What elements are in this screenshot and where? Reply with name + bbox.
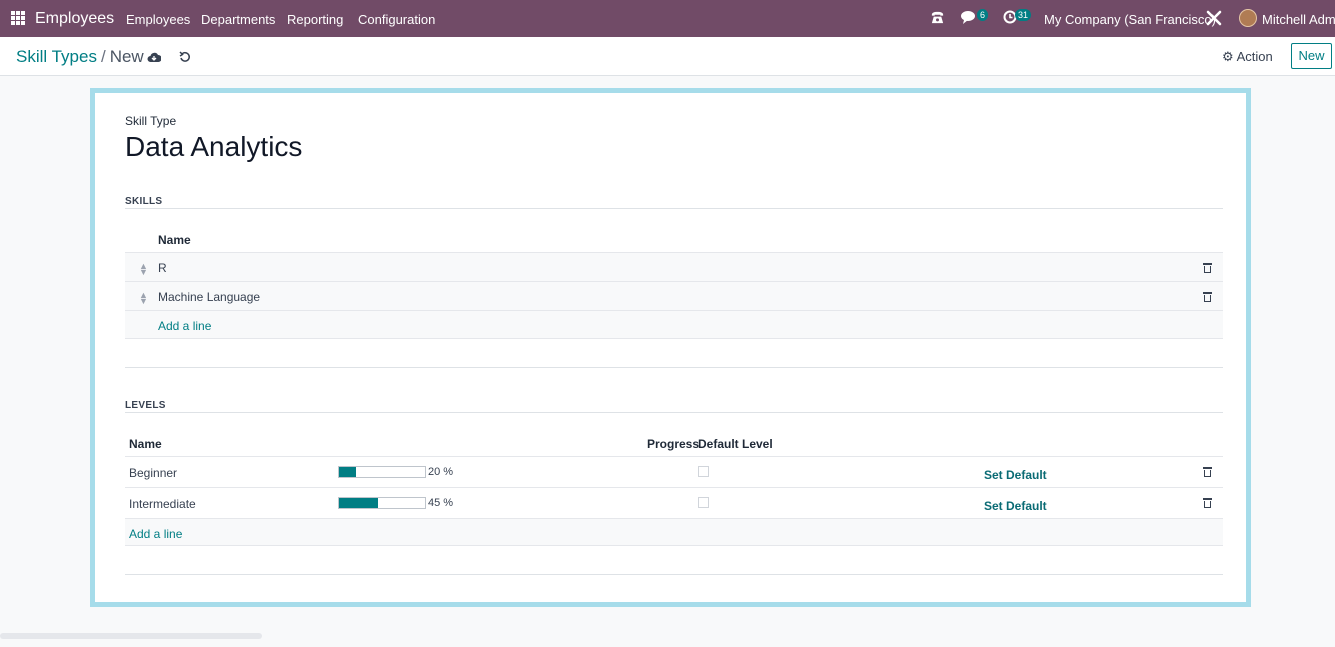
- skills-col-name[interactable]: Name: [158, 233, 191, 247]
- menu-employees[interactable]: Employees: [126, 12, 190, 27]
- user-avatar[interactable]: [1239, 9, 1257, 27]
- control-panel: Skill Types / New ⚙ Action New: [0, 37, 1335, 76]
- breadcrumb-current: New: [109, 47, 144, 66]
- table-row-add: Add a line: [125, 518, 1223, 546]
- top-navbar: Employees Employees Departments Reportin…: [0, 0, 1335, 37]
- user-menu[interactable]: Mitchell Admin: [1262, 12, 1335, 27]
- table-row-add: Add a line: [125, 310, 1223, 339]
- skills-section-divider: [125, 208, 1223, 209]
- menu-departments[interactable]: Departments: [201, 12, 275, 27]
- breadcrumb-skill-types[interactable]: Skill Types: [16, 47, 97, 66]
- progress-bar[interactable]: [338, 497, 426, 509]
- table-row[interactable]: ▲ ▼ Machine Language: [125, 281, 1223, 310]
- company-switcher[interactable]: My Company (San Francisco): [1044, 12, 1216, 27]
- discard-undo-icon[interactable]: [179, 50, 191, 66]
- default-level-checkbox[interactable]: [698, 497, 709, 508]
- action-menu-button[interactable]: ⚙ Action: [1222, 49, 1273, 65]
- table-row[interactable]: ▲ ▼ R: [125, 252, 1223, 281]
- level-name-cell[interactable]: Intermediate: [129, 497, 196, 511]
- action-label: Action: [1236, 49, 1273, 64]
- skill-type-name-field[interactable]: Data Analytics: [125, 131, 302, 163]
- activities-badge: 31: [1015, 9, 1032, 21]
- drag-handle-icon[interactable]: ▲ ▼: [139, 262, 148, 277]
- breadcrumb-separator: /: [100, 47, 106, 66]
- apps-menu-icon[interactable]: [11, 11, 25, 25]
- app-name[interactable]: Employees: [35, 10, 114, 28]
- level-name-cell[interactable]: Beginner: [129, 466, 177, 480]
- messages-icon[interactable]: [961, 10, 977, 28]
- progress-value: 20 %: [428, 466, 454, 478]
- levels-section-title: LEVELS: [125, 400, 166, 411]
- levels-section-divider: [125, 412, 1223, 413]
- skill-name-cell[interactable]: Machine Language: [158, 290, 260, 304]
- skills-add-line-link[interactable]: Add a line: [158, 319, 211, 333]
- menu-reporting[interactable]: Reporting: [287, 12, 343, 27]
- delete-row-icon[interactable]: [1203, 467, 1212, 477]
- delete-row-icon[interactable]: [1203, 498, 1212, 508]
- horizontal-scrollbar[interactable]: [0, 633, 262, 639]
- skill-name-cell[interactable]: R: [158, 261, 167, 275]
- progress-bar[interactable]: [338, 466, 426, 478]
- levels-table-footer-line: [125, 574, 1223, 575]
- progress-bar-fill: [339, 467, 357, 477]
- new-button[interactable]: New: [1291, 43, 1332, 69]
- menu-configuration[interactable]: Configuration: [358, 12, 435, 27]
- skills-table-footer-line: [125, 367, 1223, 368]
- table-row[interactable]: Intermediate 45 % Set Default: [125, 487, 1223, 518]
- skills-section-title: SKILLS: [125, 196, 163, 207]
- skill-type-label: Skill Type: [125, 114, 177, 128]
- progress-bar-fill: [339, 498, 378, 508]
- table-row[interactable]: Beginner 20 % Set Default: [125, 456, 1223, 487]
- save-cloud-icon[interactable]: [147, 50, 162, 66]
- levels-col-progress[interactable]: Progress: [647, 437, 699, 451]
- progress-value: 45 %: [428, 497, 454, 509]
- levels-add-line-link[interactable]: Add a line: [129, 527, 182, 541]
- phone-icon[interactable]: [930, 10, 945, 28]
- levels-col-default[interactable]: Default Level: [698, 437, 773, 451]
- levels-col-name[interactable]: Name: [129, 437, 162, 451]
- breadcrumb: Skill Types / New: [16, 47, 144, 67]
- set-default-button[interactable]: Set Default: [984, 499, 1047, 513]
- debug-tools-icon[interactable]: [1206, 10, 1222, 29]
- gear-icon: ⚙: [1222, 49, 1234, 64]
- drag-handle-icon[interactable]: ▲ ▼: [139, 291, 148, 306]
- delete-row-icon[interactable]: [1203, 263, 1212, 273]
- form-sheet: Skill Type Data Analytics SKILLS Name ▲ ▼…: [90, 88, 1251, 607]
- default-level-checkbox[interactable]: [698, 466, 709, 477]
- messages-badge: 6: [977, 9, 989, 21]
- delete-row-icon[interactable]: [1203, 292, 1212, 302]
- set-default-button[interactable]: Set Default: [984, 468, 1047, 482]
